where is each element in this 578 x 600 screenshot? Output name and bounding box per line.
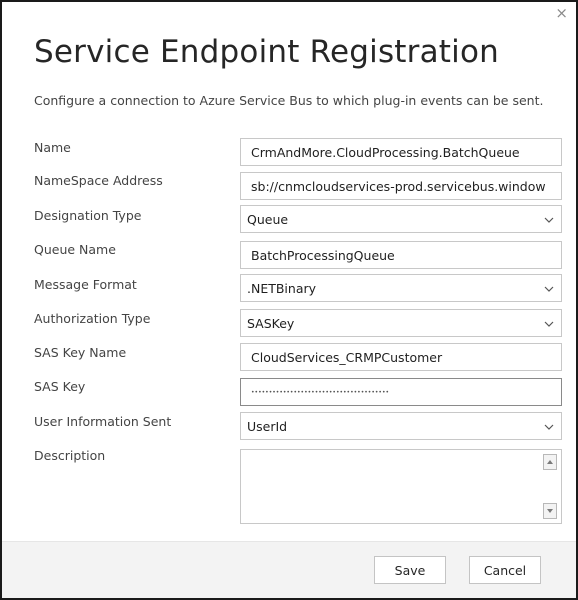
message-format-select[interactable]: .NETBinary xyxy=(240,274,562,302)
chevron-down-icon xyxy=(544,217,554,223)
designation-type-value: Queue xyxy=(247,211,289,227)
description-textarea[interactable] xyxy=(240,449,562,524)
sas-key-field[interactable]: ••••••••••••••••••••••••••••••••••••••• xyxy=(240,378,562,406)
sas-key-name-field[interactable]: CloudServices_CRMPCustomer xyxy=(240,343,562,371)
authorization-type-select[interactable]: SASKey xyxy=(240,309,562,337)
cancel-button[interactable]: Cancel xyxy=(469,556,541,584)
chevron-down-icon xyxy=(544,286,554,292)
user-information-sent-select[interactable]: UserId xyxy=(240,412,562,440)
authorization-type-value: SASKey xyxy=(247,315,295,331)
dialog-footer: Save Cancel xyxy=(2,541,576,598)
scroll-down-icon[interactable] xyxy=(543,503,557,519)
dialog-subtitle: Configure a connection to Azure Service … xyxy=(34,93,544,108)
close-icon[interactable]: × xyxy=(555,6,568,21)
sas-key-name-label: SAS Key Name xyxy=(34,345,127,360)
designation-type-label: Designation Type xyxy=(34,208,142,223)
queue-name-label: Queue Name xyxy=(34,242,116,257)
designation-type-select[interactable]: Queue xyxy=(240,205,562,233)
save-button[interactable]: Save xyxy=(374,556,446,584)
chevron-down-icon xyxy=(544,424,554,430)
dialog-title: Service Endpoint Registration xyxy=(34,34,499,70)
user-information-sent-value: UserId xyxy=(247,418,288,434)
scroll-up-icon[interactable] xyxy=(543,454,557,470)
name-label: Name xyxy=(34,140,71,155)
name-field[interactable]: CrmAndMore.CloudProcessing.BatchQueue xyxy=(240,138,562,166)
namespace-address-field[interactable]: sb://cnmcloudservices-prod.servicebus.wi… xyxy=(240,172,562,200)
message-format-label: Message Format xyxy=(34,277,137,292)
authorization-type-label: Authorization Type xyxy=(34,311,151,326)
queue-name-field[interactable]: BatchProcessingQueue xyxy=(240,241,562,269)
service-endpoint-dialog: × Service Endpoint Registration Configur… xyxy=(0,0,578,600)
chevron-down-icon xyxy=(544,321,554,327)
description-label: Description xyxy=(34,448,106,463)
sas-key-label: SAS Key xyxy=(34,379,86,394)
user-information-sent-label: User Information Sent xyxy=(34,414,172,429)
namespace-address-label: NameSpace Address xyxy=(34,173,163,188)
message-format-value: .NETBinary xyxy=(247,280,317,296)
